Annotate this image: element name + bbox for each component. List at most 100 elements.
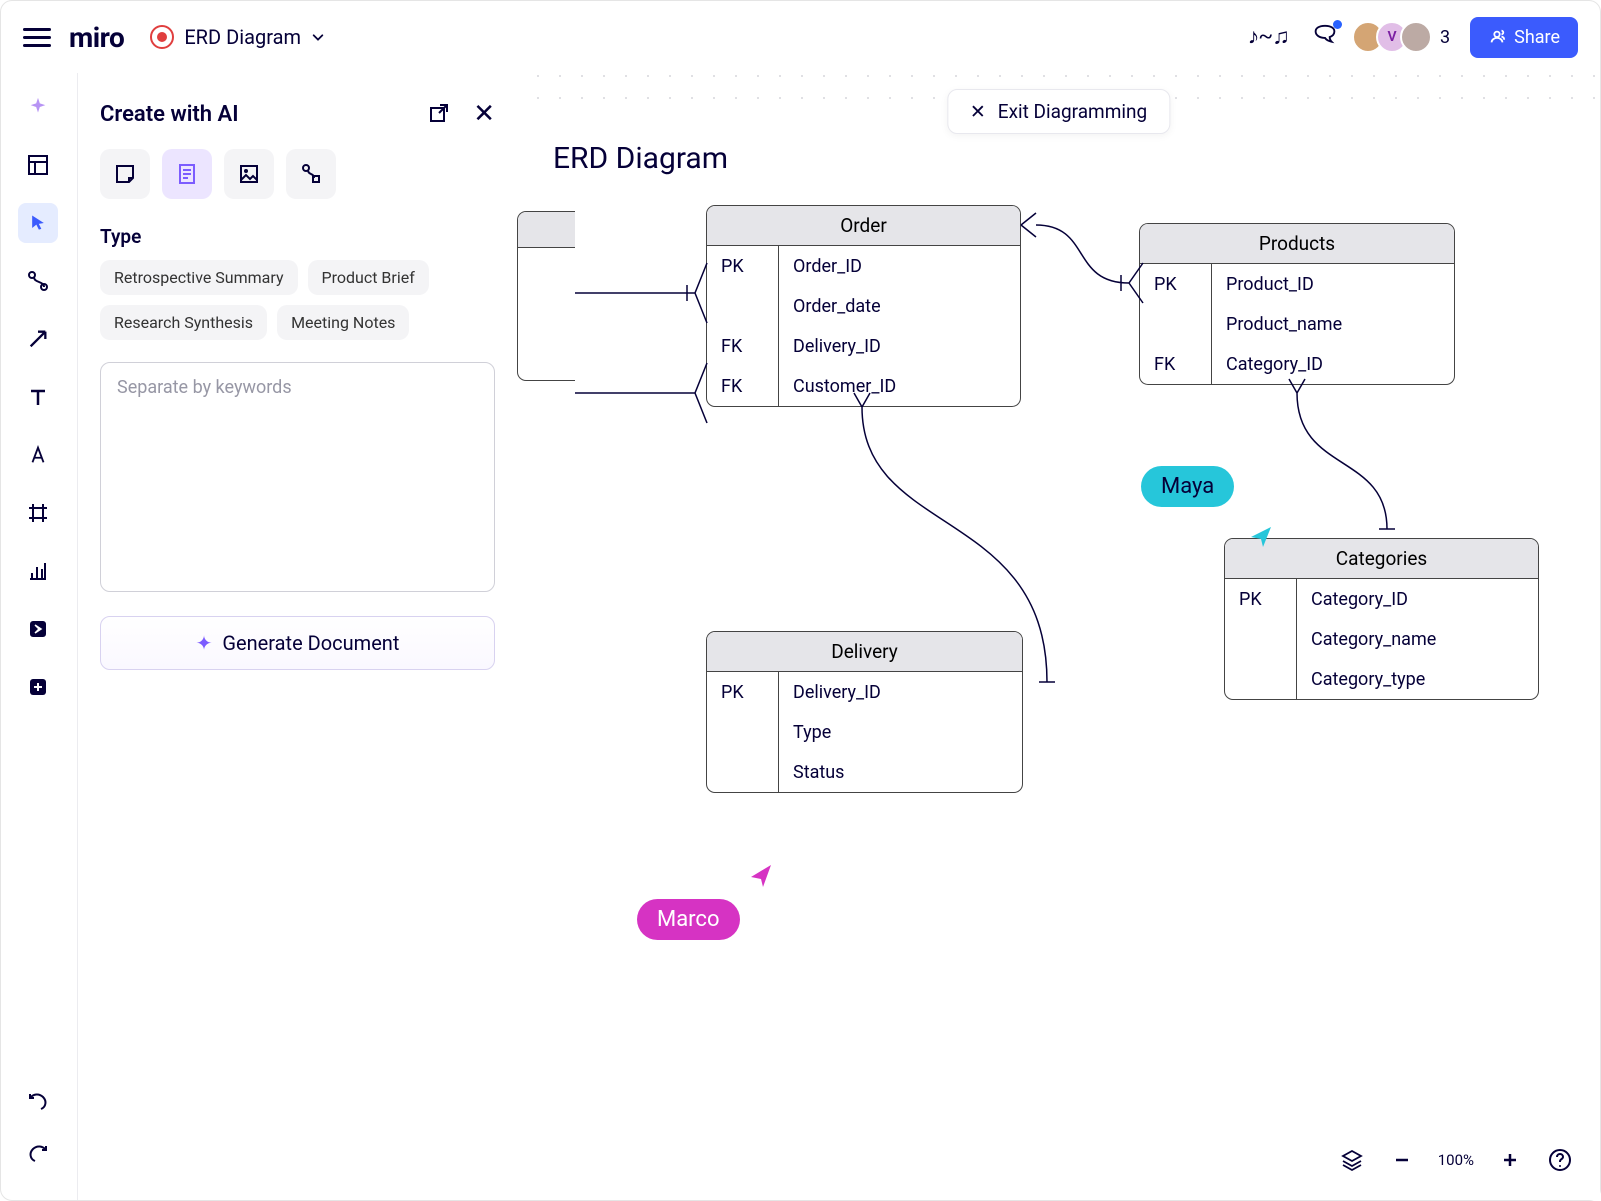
attr-cell: Delivery_ID (779, 326, 910, 366)
entity-categories[interactable]: Categories PK Category_ID Category_name … (1224, 538, 1539, 700)
cursor-tag-maya: Maya (1141, 466, 1234, 507)
entity-products[interactable]: Products PK FK Product_ID Product_name C… (1139, 223, 1455, 385)
chevron-down-icon (311, 30, 325, 44)
key-cell (1225, 659, 1296, 699)
key-cell: PK (707, 246, 778, 286)
board-name-dropdown[interactable]: ERD Diagram (150, 25, 325, 49)
avatar (1400, 21, 1432, 53)
header-left: miro ERD Diagram (23, 21, 325, 54)
chart-tool-icon[interactable] (18, 551, 58, 591)
entity-title: Order (707, 206, 1020, 246)
brand-tool-icon[interactable] (18, 609, 58, 649)
key-cell: FK (707, 366, 778, 406)
menu-icon[interactable] (23, 23, 51, 51)
zoom-out-icon[interactable] (1388, 1146, 1416, 1174)
cursor-arrow-marco (745, 861, 775, 891)
image-tab-icon[interactable] (224, 149, 274, 199)
attr-cell: Order_ID (779, 246, 910, 286)
generate-button[interactable]: ✦ Generate Document (100, 616, 495, 670)
chip-product-brief[interactable]: Product Brief (308, 260, 429, 295)
connector-tool-icon[interactable] (18, 261, 58, 301)
key-cell (1140, 304, 1211, 344)
type-chips: Retrospective Summary Product Brief Rese… (100, 260, 495, 340)
key-cell: FK (707, 326, 778, 366)
attr-cell: Product_name (1212, 304, 1356, 344)
undo-icon[interactable] (18, 1080, 58, 1120)
arrow-tool-icon[interactable] (18, 319, 58, 359)
key-cell: PK (1140, 264, 1211, 304)
sparkle-icon: ✦ (196, 631, 213, 655)
diagram-tab-icon[interactable] (286, 149, 336, 199)
attr-cell: Status (779, 752, 895, 792)
reactions-icon[interactable]: ♪~♫ (1248, 25, 1290, 49)
chip-research-synthesis[interactable]: Research Synthesis (100, 305, 267, 340)
ai-sparkle-icon[interactable] (18, 87, 58, 127)
key-cell (707, 712, 778, 752)
help-icon[interactable] (1546, 1146, 1574, 1174)
zoom-controls: 100% (1338, 1146, 1574, 1174)
board-name: ERD Diagram (184, 25, 301, 49)
key-cell (1225, 619, 1296, 659)
ai-format-tabs (100, 149, 495, 199)
key-cell (707, 286, 778, 326)
select-tool-icon[interactable] (18, 203, 58, 243)
exit-diagramming-button[interactable]: ✕ Exit Diagramming (947, 89, 1170, 134)
connector-order-products (1021, 213, 1143, 313)
ai-prompt-input[interactable] (100, 362, 495, 592)
attr-cell: Order_date (779, 286, 910, 326)
template-icon[interactable] (18, 145, 58, 185)
header-right: ♪~♫ V 3 Share (1248, 17, 1578, 58)
close-icon[interactable]: ✕ (473, 101, 495, 127)
entity-partial[interactable] (517, 211, 575, 381)
chip-meeting-notes[interactable]: Meeting Notes (277, 305, 409, 340)
redo-icon[interactable] (18, 1132, 58, 1172)
popout-icon[interactable] (427, 101, 451, 125)
collaborator-count: 3 (1440, 27, 1450, 48)
attr-cell: Customer_ID (779, 366, 910, 406)
notification-dot (1333, 20, 1342, 29)
frame-tool-icon[interactable] (18, 493, 58, 533)
attr-cell: Category_type (1297, 659, 1450, 699)
ai-panel: Create with AI ✕ Type Retrospective Summ… (77, 73, 517, 1200)
attr-cell: Category_ID (1297, 579, 1450, 619)
entity-title: Products (1140, 224, 1454, 264)
cursor-tag-marco: Marco (637, 899, 740, 940)
attr-cell: Type (779, 712, 895, 752)
attr-cell: Delivery_ID (779, 672, 895, 712)
zoom-percentage[interactable]: 100% (1438, 1151, 1474, 1169)
target-icon (150, 25, 174, 49)
font-tool-icon[interactable] (18, 435, 58, 475)
key-cell: FK (1140, 344, 1211, 384)
sticky-tab-icon[interactable] (100, 149, 150, 199)
layers-icon[interactable] (1338, 1146, 1366, 1174)
attr-cell: Product_ID (1212, 264, 1356, 304)
entity-order[interactable]: Order PK FK FK Order_ID Order_date Deliv… (706, 205, 1021, 407)
text-tool-icon[interactable] (18, 377, 58, 417)
add-tool-icon[interactable] (18, 667, 58, 707)
people-icon (1488, 28, 1506, 46)
attr-cell: Category_name (1297, 619, 1450, 659)
chip-retrospective[interactable]: Retrospective Summary (100, 260, 298, 295)
ai-panel-title: Create with AI (100, 102, 239, 127)
top-header: miro ERD Diagram ♪~♫ V 3 Share (1, 1, 1600, 73)
key-cell: PK (707, 672, 778, 712)
attr-cell: Category_ID (1212, 344, 1356, 384)
entity-title: Delivery (707, 632, 1022, 672)
key-cell (707, 752, 778, 792)
share-button[interactable]: Share (1470, 17, 1578, 58)
key-cell: PK (1225, 579, 1296, 619)
entity-delivery[interactable]: Delivery PK Delivery_ID Type Status (706, 631, 1023, 793)
left-toolbar (1, 73, 75, 1200)
close-icon: ✕ (970, 100, 986, 123)
diagram-canvas[interactable]: ✕ Exit Diagramming ERD Diagram Order PK … (517, 73, 1600, 1200)
collaborator-avatars[interactable]: V 3 (1360, 21, 1450, 53)
connector-partial-order (575, 263, 710, 413)
canvas-title: ERD Diagram (553, 141, 728, 176)
chat-icon[interactable] (1310, 22, 1340, 52)
cursor-arrow-maya (1247, 523, 1275, 551)
type-heading: Type (100, 225, 495, 248)
connector-products-categories (1287, 393, 1417, 543)
zoom-in-icon[interactable] (1496, 1146, 1524, 1174)
miro-logo[interactable]: miro (69, 21, 124, 54)
document-tab-icon[interactable] (162, 149, 212, 199)
